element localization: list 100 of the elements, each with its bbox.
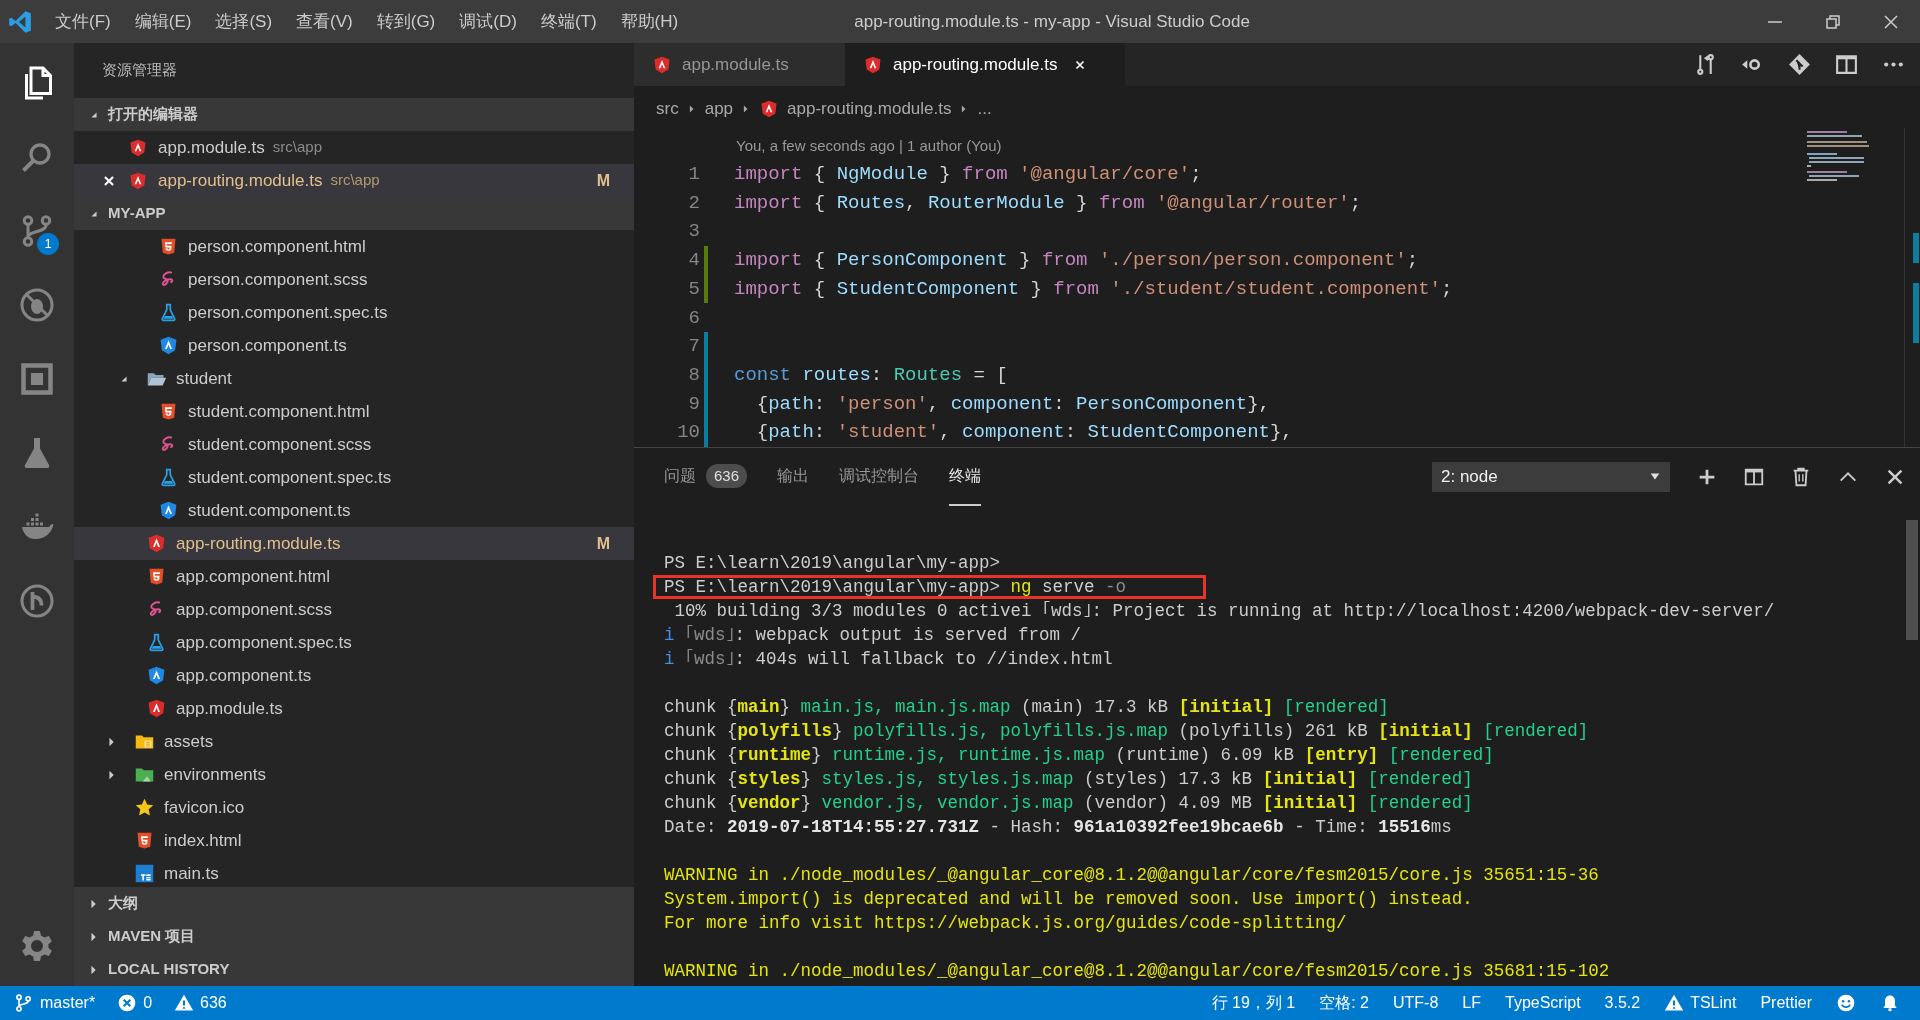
line-number: 4 — [687, 248, 700, 274]
file-item[interactable]: app-routing.module.ts M — [74, 527, 634, 560]
status-item[interactable] — [1836, 993, 1856, 1013]
file-path: src\app — [272, 137, 322, 158]
file-name: person.component.spec.ts — [188, 301, 388, 324]
code-line: import { StudentComponent } from './student/student.component'; — [734, 276, 1453, 302]
terminal-line: chunk {runtime} runtime.js, runtime.js.map (runtime) 6.09 kB [entry] [rendered] — [664, 745, 1494, 765]
file-item[interactable]: app.component.ts — [74, 659, 634, 692]
panel-tab[interactable]: 问题 636 — [664, 448, 748, 506]
split-icon[interactable] — [1743, 466, 1765, 488]
status-item[interactable]: 3.5.2 — [1604, 991, 1641, 1015]
file-item[interactable]: person.component.ts — [74, 329, 634, 362]
file-item[interactable]: app.module.ts — [74, 692, 634, 725]
file-item[interactable]: student.component.scss — [74, 428, 634, 461]
terminal-line: WARNING in ./node_modules/_@angular_core@8.1.2@@angular/core/fesm2015/core.js 35651:15-36 — [664, 865, 1599, 885]
menu-item[interactable]: 转到(G) — [364, 8, 448, 35]
line-number: 5 — [687, 276, 700, 302]
status-item[interactable]: 空格: 2 — [1319, 991, 1369, 1015]
status-item[interactable]: TypeScript — [1505, 991, 1581, 1015]
file-item[interactable]: student.component.html — [74, 395, 634, 428]
diamond-icon[interactable] — [1787, 52, 1812, 77]
file-item[interactable]: app.component.scss — [74, 593, 634, 626]
menu-item[interactable]: 终端(T) — [528, 8, 609, 35]
file-item[interactable]: student.component.spec.ts — [74, 461, 634, 494]
section-header[interactable]: 打开的编辑器 — [74, 98, 634, 131]
count-badge: 636 — [706, 464, 748, 488]
minimize-icon — [1768, 20, 1782, 23]
terminal-line: Date: 2019-07-18T14:55:27.731Z - Hash: 961a10392fee19bcae6b - Time: 15516ms — [664, 817, 1452, 837]
breadcrumb-item[interactable]: ... — [977, 96, 992, 122]
section-header[interactable]: 大纲 — [74, 887, 634, 920]
terminal-line: chunk {vendor} vendor.js, vendor.js.map (vendor) 4.09 MB [initial] [rendered] — [664, 793, 1473, 813]
shield-icon — [146, 698, 167, 719]
open-editor-item[interactable]: app.module.ts src\app — [74, 131, 634, 164]
flask-icon — [146, 632, 167, 653]
file-name: student.component.scss — [188, 433, 372, 456]
folder-item[interactable]: environments — [74, 758, 634, 791]
file-item[interactable]: main.ts — [74, 857, 634, 887]
error-icon — [117, 993, 138, 1013]
line-number: 3 — [687, 219, 700, 245]
file-name: student.component.html — [188, 400, 370, 423]
menu-item[interactable]: 帮助(H) — [608, 8, 691, 35]
file-name: app-routing.module.ts — [158, 169, 323, 192]
close-icon[interactable] — [102, 173, 116, 188]
terminal-line: 10% building 3/3 modules 0 activei ｢wds｣: Project is running at http://localhost:4200/webpack-dev-server/ — [673, 601, 1775, 621]
editor-tab[interactable]: app.module.ts — [634, 43, 845, 86]
file-item[interactable]: person.component.html — [74, 230, 634, 263]
star-icon — [134, 797, 155, 818]
status-item[interactable]: Prettier — [1760, 991, 1812, 1015]
status-item[interactable]: 636 — [174, 991, 227, 1015]
breadcrumb-item[interactable]: app — [704, 96, 734, 122]
shield-icon — [128, 137, 148, 158]
split-editor-icon[interactable] — [1834, 52, 1859, 77]
panel-tab[interactable]: 输出 — [777, 448, 810, 506]
menu-item[interactable]: 文件(F) — [43, 8, 123, 35]
file-name: main.ts — [164, 862, 219, 885]
status-item[interactable]: 行 19，列 1 — [1211, 991, 1296, 1015]
folder-item[interactable]: student — [74, 362, 634, 395]
terminal-line: i ｢wds｣: 404s will fallback to //index.html — [664, 649, 1113, 669]
status-item[interactable]: 0 — [117, 991, 153, 1015]
breadcrumb-item[interactable]: src — [656, 96, 679, 122]
shield-icon — [146, 665, 167, 686]
status-item[interactable]: LF — [1462, 991, 1481, 1015]
status-item[interactable]: UTF-8 — [1393, 991, 1439, 1015]
no-bug-icon[interactable] — [19, 287, 55, 323]
file-item[interactable]: favicon.ico — [74, 791, 634, 824]
shield-icon — [863, 54, 883, 75]
file-item[interactable]: person.component.scss — [74, 263, 634, 296]
menu-item[interactable]: 查看(V) — [284, 8, 365, 35]
status-item[interactable]: TSLint — [1664, 991, 1737, 1015]
terminal-select[interactable]: 2: node — [1432, 462, 1670, 492]
codelens-text[interactable]: You, a few seconds ago | 1 author (You) — [736, 134, 1002, 158]
file-item[interactable]: app.component.html — [74, 560, 634, 593]
terminal-line: chunk {styles} styles.js, styles.js.map (styles) 17.3 kB [initial] [rendered] — [664, 769, 1473, 789]
section-header[interactable]: LOCAL HISTORY — [74, 953, 634, 986]
editor-tab[interactable]: app-routing.module.ts — [845, 43, 1125, 86]
terminal-line: PS E:\learn\2019\angular\my-app> ng serve -o — [664, 578, 1127, 596]
menu-item[interactable]: 调试(D) — [447, 8, 529, 35]
code-line: import { PersonComponent } from './person/person.component'; — [734, 248, 1419, 274]
file-item[interactable]: index.html — [74, 824, 634, 857]
file-item[interactable]: person.component.spec.ts — [74, 296, 634, 329]
panel-tab[interactable]: 调试控制台 — [839, 448, 920, 506]
file-name: app.component.scss — [176, 598, 332, 621]
extensions-icon[interactable] — [19, 361, 55, 397]
breadcrumb-item[interactable]: app-routing.module.ts — [759, 96, 952, 122]
status-item[interactable]: master* — [14, 991, 96, 1015]
terminal-line: WARNING in ./node_modules/_@angular_core@8.1.2@@angular/core/fesm2015/core.js 35681:15-102 — [664, 961, 1610, 981]
section-header[interactable]: MY-APP — [74, 197, 634, 230]
open-editor-item[interactable]: app-routing.module.ts src\app M — [74, 164, 634, 197]
code-line: const routes: Routes = [ — [734, 362, 1008, 388]
menu-item[interactable]: 编辑(E) — [122, 8, 204, 35]
scrollbar-thumb[interactable] — [1906, 520, 1918, 640]
scrollbar[interactable] — [1904, 128, 1920, 447]
section-header[interactable]: MAVEN 项目 — [74, 920, 634, 953]
folder-item[interactable]: assets — [74, 725, 634, 758]
file-item[interactable]: app.component.spec.ts — [74, 626, 634, 659]
file-name: environments — [164, 763, 267, 786]
warning-icon — [1664, 993, 1685, 1013]
file-path: src\app — [330, 170, 380, 191]
file-item[interactable]: student.component.ts — [74, 494, 634, 527]
menu-item[interactable]: 选择(S) — [203, 8, 285, 35]
